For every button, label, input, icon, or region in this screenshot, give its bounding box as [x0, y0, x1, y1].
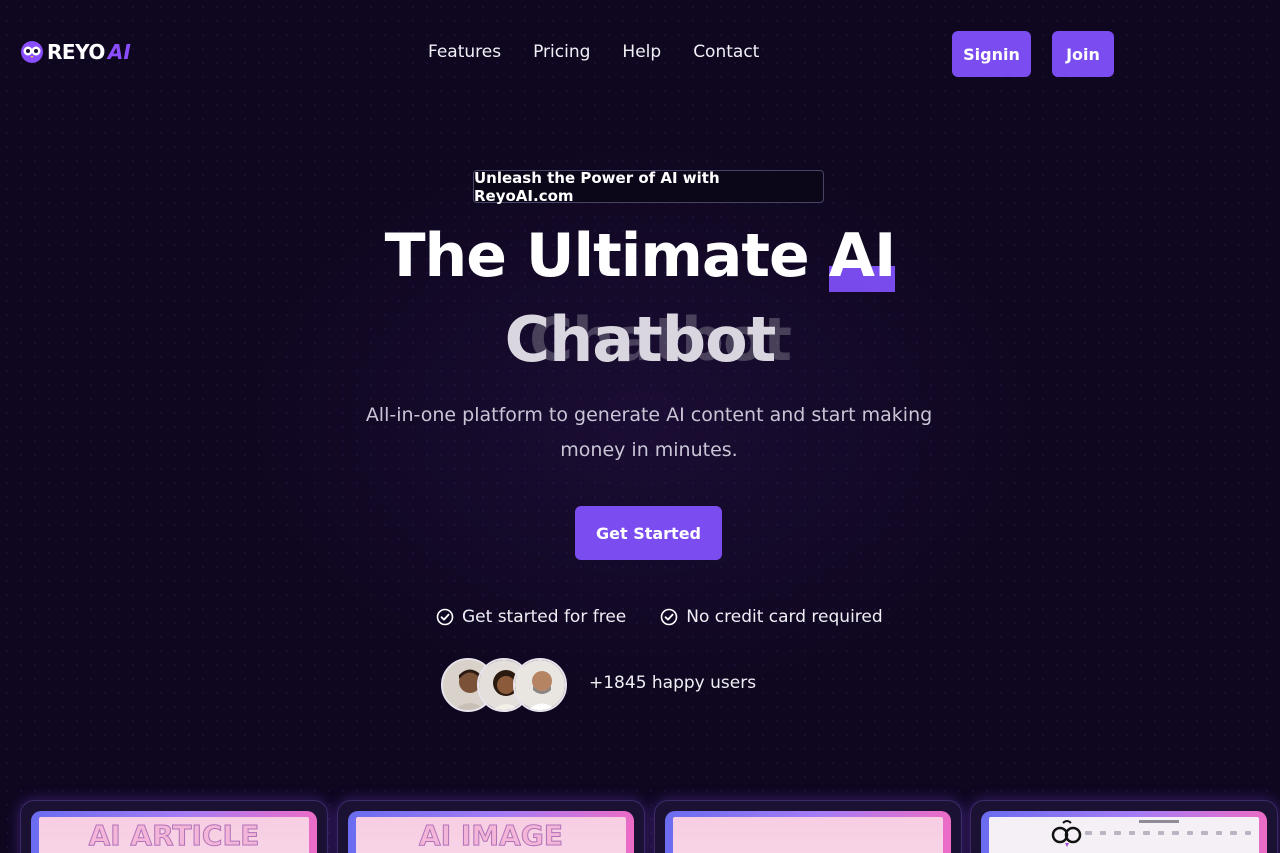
hero-badge: Unleash the Power of AI with ReyoAI.com	[473, 169, 824, 205]
feature-card-3[interactable]	[654, 800, 962, 853]
user-avatars	[441, 658, 569, 712]
happy-users-count: +1845 happy users	[589, 673, 757, 693]
benefit-item: No credit card required	[660, 607, 883, 627]
card-title: AI IMAGE	[419, 819, 564, 853]
person-photo	[515, 660, 565, 710]
brand-name-ai: AI	[107, 40, 131, 64]
benefit-item: Get started for free	[436, 607, 626, 627]
card-preview: AI ARTICLE	[39, 817, 309, 853]
hero-title-line1: The Ultimate AI	[0, 220, 1280, 292]
hero-subtitle: All-in-one platform to generate AI conte…	[365, 404, 933, 461]
avatar	[513, 658, 567, 712]
brand-logo[interactable]: REYO AI	[20, 40, 131, 64]
feature-cards: AI ARTICLE AI IMAGE	[20, 800, 1280, 853]
card-preview: AI IMAGE	[356, 817, 626, 853]
hero-title-highlight-text: AI	[828, 221, 897, 291]
card-preview	[673, 817, 943, 853]
join-button[interactable]: Join	[1052, 31, 1114, 77]
hero-title-typed-text: Chatbot	[504, 303, 777, 376]
feature-card-4[interactable]	[970, 800, 1278, 853]
nav-links: Features Pricing Help Contact	[428, 42, 759, 62]
editor-toolbar	[1085, 829, 1251, 837]
hero-title-prefix: The Ultimate	[384, 221, 829, 291]
get-started-button[interactable]: Get Started	[575, 506, 722, 560]
feature-card-ai-article[interactable]: AI ARTICLE	[20, 800, 328, 853]
benefit-label: No credit card required	[686, 607, 883, 627]
owl-logo-icon	[21, 41, 43, 63]
benefit-label: Get started for free	[462, 607, 627, 627]
nav-link-pricing[interactable]: Pricing	[533, 42, 590, 62]
benefit-checks: Get started for free No credit card requ…	[436, 607, 883, 627]
card-title: AI ARTICLE	[88, 819, 260, 853]
brand-name: REYO	[47, 40, 105, 64]
card-frame: AI ARTICLE	[31, 811, 317, 853]
nav-link-features[interactable]: Features	[428, 42, 501, 62]
card-frame	[981, 811, 1267, 853]
feature-card-ai-image[interactable]: AI IMAGE	[337, 800, 645, 853]
card-frame: AI IMAGE	[348, 811, 634, 853]
check-circle-icon	[436, 608, 454, 626]
nav-link-help[interactable]: Help	[622, 42, 661, 62]
nav-link-contact[interactable]: Contact	[693, 42, 759, 62]
check-circle-icon	[660, 608, 678, 626]
editor-title-bar	[1139, 820, 1179, 823]
hero-title-highlight: AI	[828, 220, 897, 292]
card-preview-editor	[989, 817, 1259, 853]
owl-logo-icon	[1051, 820, 1082, 847]
card-title	[673, 817, 943, 819]
card-frame	[665, 811, 951, 853]
top-navbar: REYO AI Features Pricing Help Contact Si…	[0, 0, 1280, 108]
hero-title-line2: Chatbot Chatbot	[0, 302, 1280, 382]
signin-button[interactable]: Signin	[952, 31, 1031, 77]
